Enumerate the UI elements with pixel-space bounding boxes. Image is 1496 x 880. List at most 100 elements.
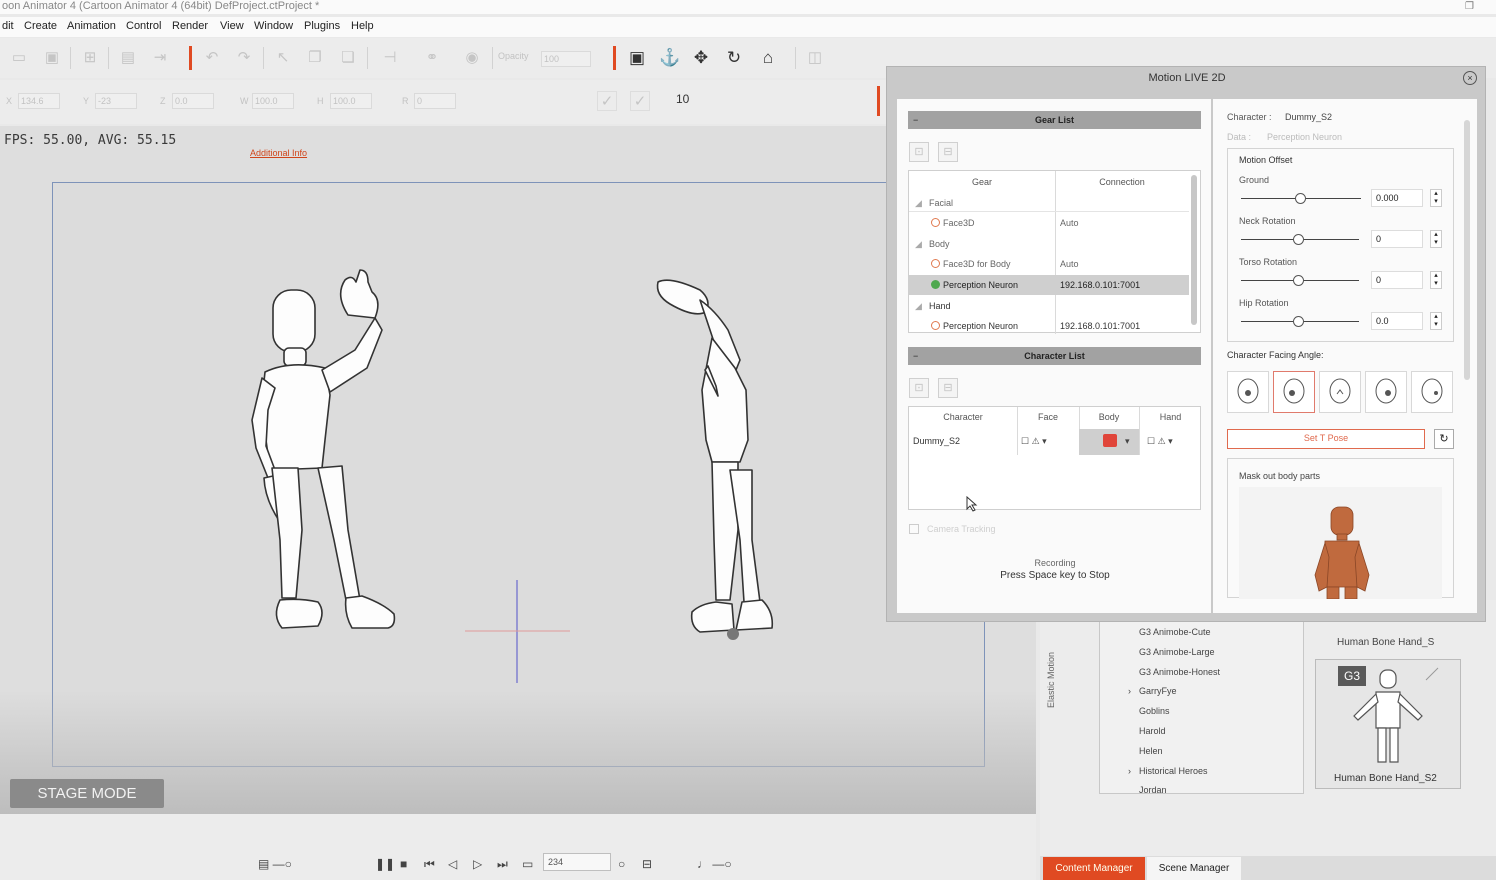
tree-expand-icon[interactable]: ›	[1128, 766, 1131, 776]
column-hand: Hand	[1159, 412, 1182, 422]
status-off-icon	[931, 218, 940, 227]
tree-item[interactable]: Goblins	[1139, 706, 1170, 716]
mask-body-preview[interactable]	[1239, 487, 1442, 600]
facing-left-three-quarter-icon[interactable]	[1273, 371, 1315, 413]
recording-status: Recording	[1034, 558, 1076, 568]
tree-item[interactable]: Helen	[1139, 746, 1163, 756]
next-frame-icon[interactable]: ▷	[473, 857, 482, 871]
tree-expand-icon[interactable]: ›	[1128, 686, 1131, 696]
additional-info-link[interactable]: Additional Info	[250, 148, 307, 158]
loop-icon[interactable]: ▭	[522, 857, 533, 871]
thumbnail-human-bone-hand[interactable]	[1315, 659, 1461, 789]
gear-row[interactable]: Perception Neuron 192.168.0.101:7001	[909, 316, 1189, 336]
facing-right-three-quarter-icon[interactable]	[1365, 371, 1407, 413]
facing-front-icon[interactable]	[1319, 371, 1361, 413]
column-gear: Gear	[971, 177, 992, 187]
stop-icon[interactable]: ■	[400, 857, 407, 871]
character-row[interactable]: Dummy_S2 ☐ ⚠ ▾ ▾ ☐ ⚠ ▾	[909, 429, 1202, 455]
status-on-icon	[931, 280, 940, 289]
current-frame-field[interactable]: 234	[543, 853, 611, 871]
gear-table: Gear Connection ◢ Facial Face3D Auto ◢ B…	[908, 170, 1201, 336]
timeline-icon[interactable]: ⊟	[642, 857, 652, 871]
tree-item[interactable]: G3 Animobe-Honest	[1139, 667, 1220, 677]
audio-track-icon[interactable]: ▤ —○	[258, 857, 292, 871]
gear-group-body[interactable]: ◢ Body	[909, 234, 1055, 254]
thumbnail-label: Human Bone Hand_S2	[1334, 773, 1437, 784]
hip-spinner[interactable]: ▴ ▾	[1430, 312, 1442, 330]
gear-group-hand[interactable]: ◢ Hand	[909, 296, 1055, 316]
gear-scrollbar[interactable]	[1191, 175, 1197, 325]
tab-content-manager[interactable]: Content Manager	[1043, 857, 1145, 880]
facing-right-icon[interactable]	[1411, 371, 1453, 413]
torso-rotation-label: Torso Rotation	[1239, 257, 1298, 267]
gear-row[interactable]: Face3D for Body Auto	[909, 254, 1189, 274]
close-icon[interactable]: ×	[1463, 71, 1477, 85]
set-t-pose-button[interactable]: Set T Pose	[1227, 429, 1425, 449]
gear-row-selected[interactable]: Perception Neuron 192.168.0.101:7001	[909, 275, 1189, 295]
hip-value-field[interactable]: 0.0	[1371, 312, 1423, 330]
status-off-icon	[931, 321, 940, 330]
cartoon-animator-window: oon Animator 4 (Cartoon Animator 4 (64bi…	[0, 0, 1496, 880]
character-value: Dummy_S2	[1285, 112, 1333, 122]
gear-row[interactable]: Face3D Auto	[909, 213, 1189, 233]
remove-gear-icon[interactable]: ⊟	[938, 142, 958, 162]
mouse-cursor-icon	[966, 496, 978, 512]
ground-slider-thumb[interactable]	[1295, 193, 1306, 204]
tree-item[interactable]: G3 Animobe-Large	[1139, 647, 1215, 657]
gear-group-facial[interactable]: ◢ Facial	[909, 193, 1055, 213]
character-list-header[interactable]: − Character List	[908, 347, 1201, 365]
ground-spinner[interactable]: ▴ ▾	[1430, 189, 1442, 207]
neck-rotation-label: Neck Rotation	[1239, 216, 1296, 226]
volume-icon[interactable]: ♩ —○	[697, 857, 732, 871]
record-icon[interactable]: ○	[618, 857, 625, 871]
gear-table-header: Gear Connection	[909, 171, 1189, 195]
neck-value-field[interactable]: 0	[1371, 230, 1423, 248]
tree-item[interactable]: GarryFye	[1139, 686, 1177, 696]
gear-list-title: Gear List	[1034, 115, 1074, 125]
prev-frame-icon[interactable]: ◁	[448, 857, 457, 871]
add-character-icon[interactable]: ⊡	[909, 378, 929, 398]
camera-tracking-checkbox[interactable]: Camera Tracking	[909, 524, 996, 534]
torso-value-field[interactable]: 0	[1371, 271, 1423, 289]
crosshair	[465, 580, 570, 683]
first-frame-icon[interactable]: ⏮	[424, 857, 435, 872]
dummy-figure-right	[656, 279, 774, 640]
tree-item[interactable]: Jordan	[1139, 785, 1167, 793]
tree-item[interactable]: Harold	[1139, 726, 1166, 736]
add-gear-icon[interactable]: ⊡	[909, 142, 929, 162]
ground-value-field[interactable]: 0.000	[1371, 189, 1423, 207]
stage-mode-button[interactable]: STAGE MODE	[10, 779, 164, 808]
remove-character-icon[interactable]: ⊟	[938, 378, 958, 398]
mask-body-parts-label: Mask out body parts	[1239, 471, 1321, 481]
neck-slider-thumb[interactable]	[1293, 234, 1304, 245]
tab-scene-manager[interactable]: Scene Manager	[1147, 857, 1241, 880]
last-frame-icon[interactable]: ⏭	[497, 857, 508, 872]
neck-spinner[interactable]: ▴ ▾	[1430, 230, 1442, 248]
tree-item[interactable]: G3 Animobe-Cute	[1139, 627, 1211, 637]
character-list-title: Character List	[1024, 351, 1085, 361]
character-table-header: Character Face Body Hand	[909, 407, 1202, 427]
elastic-motion-tab[interactable]: Elastic Motion	[1046, 630, 1068, 730]
tree-item[interactable]: Historical Heroes	[1139, 766, 1208, 776]
torso-slider-thumb[interactable]	[1293, 275, 1304, 286]
thumbnail-label: Human Bone Hand_S	[1337, 637, 1435, 648]
dummy-figure-left	[251, 269, 396, 629]
ground-label: Ground	[1239, 175, 1270, 185]
body-mask-figure	[1314, 506, 1370, 600]
facing-left-icon[interactable]	[1227, 371, 1269, 413]
gear-list-header[interactable]: − Gear List	[908, 111, 1201, 129]
facing-angle-label: Character Facing Angle:	[1227, 350, 1324, 360]
reset-icon[interactable]: ↻	[1434, 429, 1454, 449]
right-pane-scrollbar[interactable]	[1464, 120, 1470, 380]
hip-slider-thumb[interactable]	[1293, 316, 1304, 327]
motion-offset-title: Motion Offset	[1239, 155, 1293, 165]
body-status-cell[interactable]: ▾	[1079, 429, 1139, 455]
column-body: Body	[1098, 412, 1120, 422]
face-status-icon[interactable]: ☐ ⚠ ▾	[1021, 429, 1077, 453]
torso-spinner[interactable]: ▴ ▾	[1430, 271, 1442, 289]
pause-icon[interactable]: ❚❚	[375, 857, 395, 871]
data-value: Perception Neuron	[1267, 132, 1343, 142]
hand-status-icon[interactable]: ☐ ⚠ ▾	[1147, 429, 1199, 453]
library-tree: G3 Animobe-Cute G3 Animobe-Large G3 Anim…	[1099, 618, 1304, 794]
restore-icon[interactable]: ❐	[1465, 0, 1474, 13]
